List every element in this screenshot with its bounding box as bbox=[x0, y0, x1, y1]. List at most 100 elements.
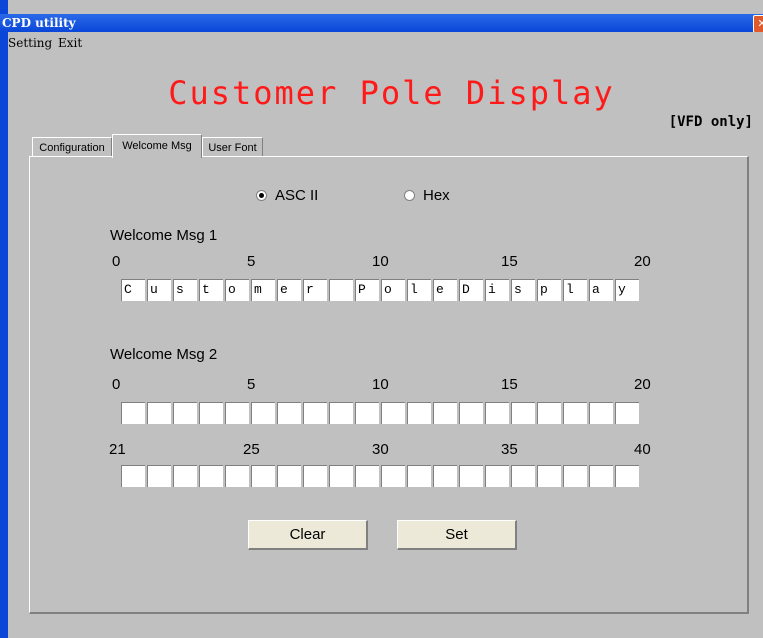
msg2-index: 20 bbox=[634, 376, 651, 393]
msg2-char-cell[interactable] bbox=[199, 465, 223, 487]
msg1-index: 20 bbox=[634, 253, 651, 270]
msg2-char-cell[interactable] bbox=[329, 465, 353, 487]
msg2-char-cell[interactable] bbox=[251, 402, 275, 424]
radio-ascii[interactable]: ASC II bbox=[256, 187, 318, 204]
set-button[interactable]: Set bbox=[397, 520, 517, 550]
msg2-char-cell[interactable] bbox=[251, 465, 275, 487]
msg1-char-cell[interactable]: P bbox=[355, 279, 379, 301]
msg1-char-cell[interactable]: o bbox=[225, 279, 249, 301]
vfd-only-note: [VFD only] bbox=[668, 114, 753, 130]
msg2-char-cell[interactable] bbox=[511, 402, 535, 424]
msg2-char-cell[interactable] bbox=[147, 402, 171, 424]
msg1-char-cell[interactable]: m bbox=[251, 279, 275, 301]
clear-button[interactable]: Clear bbox=[248, 520, 368, 550]
tab-user-font[interactable]: User Font bbox=[202, 137, 263, 157]
window-title: CPD utility bbox=[2, 16, 76, 30]
msg1-char-cell[interactable]: y bbox=[615, 279, 639, 301]
menu-bar: Setting Exit bbox=[8, 32, 763, 56]
msg2-char-cell[interactable] bbox=[147, 465, 171, 487]
msg1-char-cell[interactable]: a bbox=[589, 279, 613, 301]
msg2-char-cell[interactable] bbox=[173, 465, 197, 487]
msg1-index: 10 bbox=[372, 253, 389, 270]
menu-setting[interactable]: Setting bbox=[8, 36, 52, 50]
msg2-index: 21 bbox=[109, 441, 126, 458]
msg1-char-cell[interactable]: u bbox=[147, 279, 171, 301]
close-button[interactable]: ✕ bbox=[753, 15, 763, 33]
radio-hex[interactable]: Hex bbox=[404, 187, 450, 204]
msg2-char-cell[interactable] bbox=[433, 402, 457, 424]
msg2-char-cell[interactable] bbox=[537, 465, 561, 487]
msg2-char-cell[interactable] bbox=[615, 465, 639, 487]
msg1-char-row: CustomerPoleDisplay bbox=[121, 279, 641, 301]
msg1-char-cell[interactable] bbox=[329, 279, 353, 301]
msg2-char-cell[interactable] bbox=[303, 465, 327, 487]
msg2-char-cell[interactable] bbox=[277, 465, 301, 487]
msg2-char-cell[interactable] bbox=[303, 402, 327, 424]
msg1-char-cell[interactable]: s bbox=[511, 279, 535, 301]
msg2-index: 35 bbox=[501, 441, 518, 458]
msg2-char-row-2 bbox=[121, 465, 641, 487]
msg1-char-cell[interactable]: o bbox=[381, 279, 405, 301]
msg1-char-cell[interactable]: t bbox=[199, 279, 223, 301]
msg2-index: 30 bbox=[372, 441, 389, 458]
msg2-char-cell[interactable] bbox=[407, 465, 431, 487]
welcome-msg-2-title: Welcome Msg 2 bbox=[110, 346, 218, 363]
msg2-char-cell[interactable] bbox=[485, 402, 509, 424]
msg2-char-cell[interactable] bbox=[199, 402, 223, 424]
msg2-char-cell[interactable] bbox=[459, 402, 483, 424]
msg1-index: 15 bbox=[501, 253, 518, 270]
radio-hex-label: Hex bbox=[423, 187, 450, 204]
radio-ascii-label: ASC II bbox=[275, 187, 319, 204]
msg1-char-cell[interactable]: s bbox=[173, 279, 197, 301]
msg2-index: 40 bbox=[634, 441, 651, 458]
msg2-index: 0 bbox=[112, 376, 121, 393]
msg2-char-cell[interactable] bbox=[433, 465, 457, 487]
msg2-char-cell[interactable] bbox=[277, 402, 301, 424]
msg1-char-cell[interactable]: l bbox=[563, 279, 587, 301]
msg2-index: 10 bbox=[372, 376, 389, 393]
msg2-index: 5 bbox=[247, 376, 256, 393]
msg2-char-cell[interactable] bbox=[615, 402, 639, 424]
msg2-char-cell[interactable] bbox=[173, 402, 197, 424]
msg2-char-cell[interactable] bbox=[563, 465, 587, 487]
msg2-char-row-1 bbox=[121, 402, 641, 424]
radio-unselected-icon bbox=[404, 189, 415, 201]
msg2-index: 15 bbox=[501, 376, 518, 393]
menu-exit[interactable]: Exit bbox=[58, 36, 82, 50]
tab-welcome-msg[interactable]: Welcome Msg bbox=[112, 134, 202, 158]
msg1-char-cell[interactable]: D bbox=[459, 279, 483, 301]
msg2-char-cell[interactable] bbox=[485, 465, 509, 487]
msg1-char-cell[interactable]: p bbox=[537, 279, 561, 301]
msg1-char-cell[interactable]: C bbox=[121, 279, 145, 301]
msg2-char-cell[interactable] bbox=[355, 465, 379, 487]
msg1-char-cell[interactable]: i bbox=[485, 279, 509, 301]
msg2-char-cell[interactable] bbox=[459, 465, 483, 487]
tab-configuration[interactable]: Configuration bbox=[32, 137, 112, 157]
msg1-char-cell[interactable]: e bbox=[433, 279, 457, 301]
msg2-char-cell[interactable] bbox=[511, 465, 535, 487]
msg1-char-cell[interactable]: e bbox=[277, 279, 301, 301]
msg2-char-cell[interactable] bbox=[563, 402, 587, 424]
title-bar[interactable]: CPD utility ✕ bbox=[0, 14, 763, 33]
msg2-char-cell[interactable] bbox=[121, 465, 145, 487]
msg2-char-cell[interactable] bbox=[355, 402, 379, 424]
msg2-char-cell[interactable] bbox=[381, 465, 405, 487]
msg1-char-cell[interactable]: l bbox=[407, 279, 431, 301]
msg2-char-cell[interactable] bbox=[537, 402, 561, 424]
msg2-index: 25 bbox=[243, 441, 260, 458]
msg2-char-cell[interactable] bbox=[381, 402, 405, 424]
msg2-char-cell[interactable] bbox=[225, 402, 249, 424]
msg2-char-cell[interactable] bbox=[329, 402, 353, 424]
radio-selected-icon bbox=[256, 189, 267, 201]
welcome-msg-1-title: Welcome Msg 1 bbox=[110, 227, 218, 244]
msg2-char-cell[interactable] bbox=[225, 465, 249, 487]
msg1-index: 0 bbox=[112, 253, 121, 270]
app-title: Customer Pole Display bbox=[168, 74, 615, 112]
msg2-char-cell[interactable] bbox=[589, 465, 613, 487]
msg2-char-cell[interactable] bbox=[589, 402, 613, 424]
close-icon: ✕ bbox=[757, 17, 763, 30]
msg2-char-cell[interactable] bbox=[407, 402, 431, 424]
msg2-char-cell[interactable] bbox=[121, 402, 145, 424]
msg1-char-cell[interactable]: r bbox=[303, 279, 327, 301]
msg1-index: 5 bbox=[247, 253, 256, 270]
